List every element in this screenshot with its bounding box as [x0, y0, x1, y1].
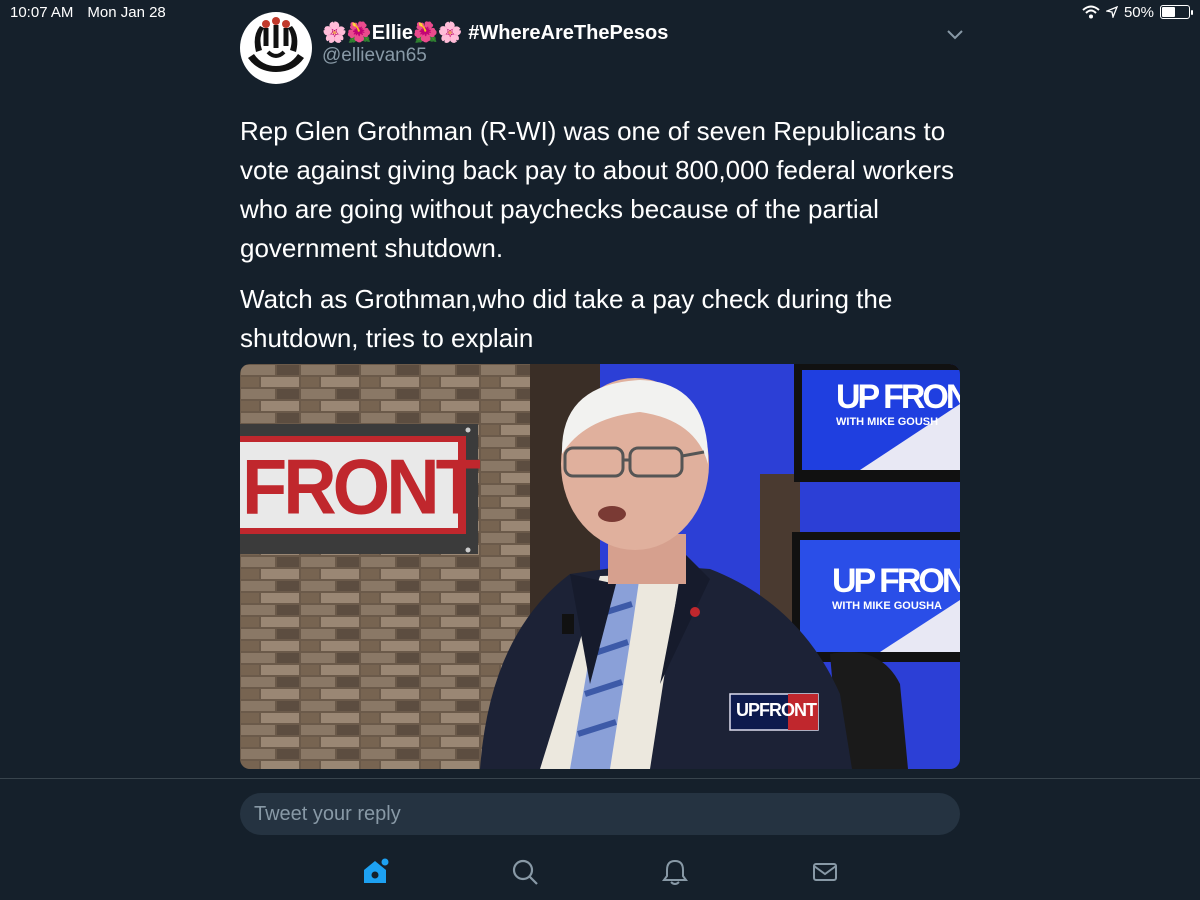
tweet-paragraph: Rep Glen Grothman (R-WI) was one of seve… — [240, 116, 955, 263]
video-watermark: UPFRONT — [736, 700, 817, 721]
tweet-paragraph: Watch as Grothman,who did take a pay che… — [240, 284, 893, 353]
monitor-bottom-subtitle: WITH MIKE GOUSHA — [832, 600, 942, 612]
wifi-icon — [1082, 5, 1100, 19]
user-handle[interactable]: @ellievan65 — [322, 45, 427, 67]
home-icon — [364, 858, 389, 883]
tab-messages[interactable] — [805, 852, 845, 892]
battery-percent: 50% — [1123, 3, 1154, 21]
battery-icon — [1160, 5, 1193, 19]
tab-notifications[interactable] — [655, 852, 695, 892]
monitor-bottom-title: UP FRONT — [832, 562, 960, 600]
notifications-icon — [662, 859, 688, 885]
display-name[interactable]: 🌸🌺Ellie🌺🌸 #WhereAreThePesos — [322, 20, 668, 45]
search-icon — [512, 859, 538, 885]
wall-sign-text: FRONT — [242, 442, 481, 531]
avatar-hands-icon — [248, 17, 304, 72]
tweet-video[interactable]: FRONT UP FRONT WITH MIKE GOUSH UP FRONT … — [240, 364, 960, 769]
reply-input[interactable] — [240, 793, 960, 835]
status-date: Mon Jan 28 — [87, 3, 166, 21]
tab-home[interactable] — [355, 852, 395, 892]
avatar[interactable] — [240, 12, 312, 84]
watermark-front: FRONT — [759, 700, 817, 720]
status-time: 10:07 AM — [10, 3, 74, 21]
tweet-text: Rep Glen Grothman (R-WI) was one of seve… — [240, 112, 970, 358]
location-icon — [1105, 6, 1118, 18]
watermark-up: UP — [736, 700, 760, 720]
chevron-down-icon[interactable] — [944, 26, 966, 42]
battery-fill — [1162, 7, 1175, 17]
messages-icon — [813, 863, 837, 881]
tab-search[interactable] — [505, 852, 545, 892]
monitor-top-subtitle: WITH MIKE GOUSH — [836, 416, 939, 428]
tab-bar — [0, 852, 1200, 892]
monitor-top-title: UP FRONT — [836, 378, 960, 416]
